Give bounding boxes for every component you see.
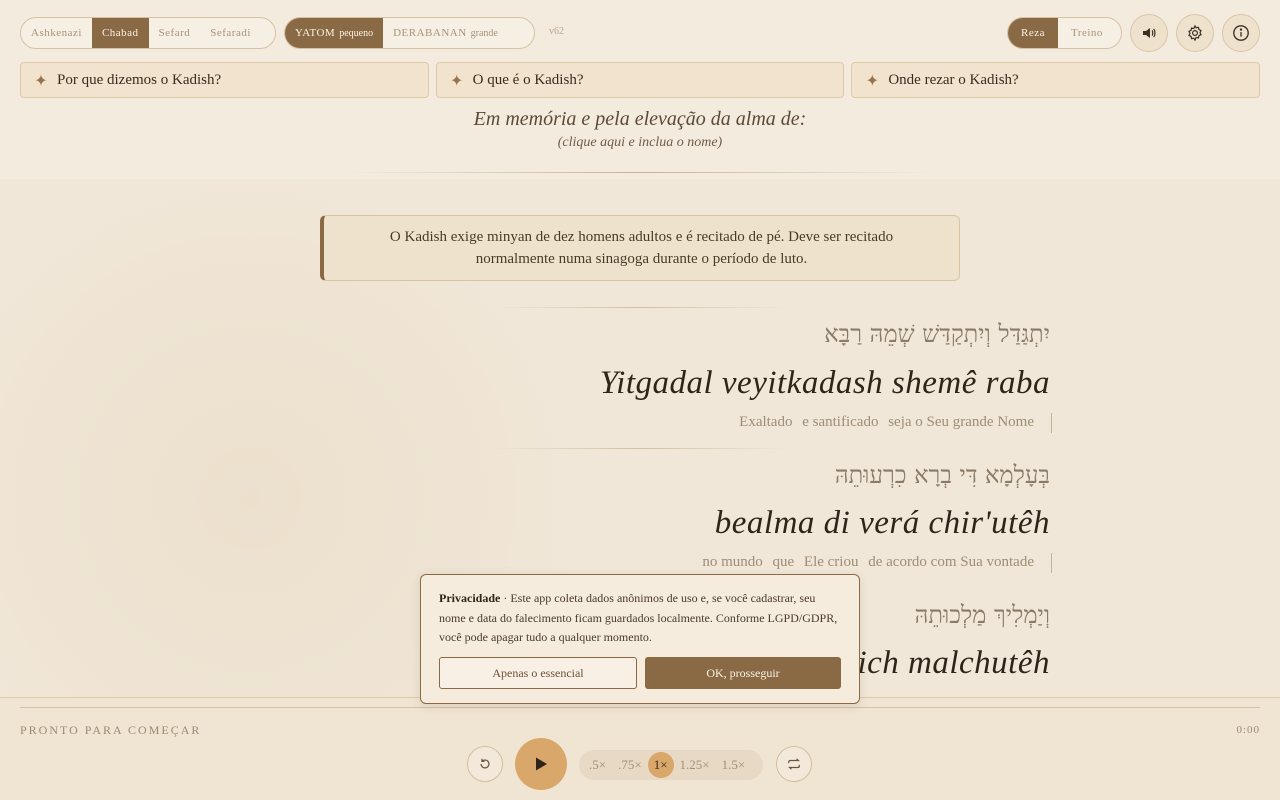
practice-option-treino[interactable]: Treino — [1058, 18, 1116, 48]
practice-mode-selector: Reza Treino — [1007, 17, 1122, 49]
player-time: 0:00 — [1236, 724, 1260, 736]
translation-word: Exaltado — [739, 414, 793, 430]
ok-continue-button[interactable]: OK, prosseguir — [645, 657, 841, 689]
verse-transliteration[interactable]: bealma di verá chir'utêh — [715, 505, 1050, 542]
translation-word: no mundo — [702, 554, 763, 570]
mode-size: pequeno — [339, 28, 374, 39]
faq-where-to-pray[interactable]: ✦ Onde rezar o Kadish? — [851, 62, 1261, 98]
speaker-icon — [1143, 28, 1156, 38]
verse-hebrew: יִתְגַּדַּל וְיִתְקַדַּשׁ שְׁמֵהּ רַבָּא — [824, 320, 1050, 348]
privacy-consent-dialog: Privacidade · Este app coleta dados anôn… — [420, 574, 860, 704]
gear-icon — [1188, 24, 1202, 42]
translation-marker — [1051, 553, 1052, 573]
translation-word: Ele criou — [803, 554, 859, 570]
rite-selector: Ashkenazi Chabad Sefard Sefaradi — [20, 17, 276, 49]
progress-bar[interactable] — [20, 707, 1260, 708]
verse-divider — [490, 448, 790, 449]
repeat-icon — [788, 758, 800, 770]
speed-option-1[interactable]: 1× — [647, 752, 674, 778]
mode-size: grande — [470, 28, 498, 39]
verse-hebrew: וְיַמְלִיךְ מַלְכוּתֵהּ — [914, 601, 1050, 629]
rite-option-sefaradi[interactable]: Sefaradi — [200, 18, 261, 48]
notice-text: O Kadish exige minyan de dez homens adul… — [389, 229, 894, 267]
mode-name: YATOM — [295, 27, 336, 39]
verse-translation: no mundo que Ele criou de acordo com Sua… — [696, 554, 1034, 571]
verse-divider — [490, 307, 790, 308]
verse-translation: Exaltado e santificado seja o Seu grande… — [733, 414, 1034, 431]
verse-transliteration[interactable]: Yitgadal veyitkadash shemê raba — [600, 365, 1050, 402]
settings-button[interactable] — [1176, 14, 1214, 52]
memorial-title: Em memória e pela elevação da alma de: — [473, 108, 807, 130]
memorial-dedication[interactable]: Em memória e pela elevação da alma de: (… — [0, 108, 1280, 151]
faq-what-is-kadish[interactable]: ✦ O que é o Kadish? — [435, 62, 845, 98]
translation-word: que — [772, 554, 795, 570]
consent-text: Privacidade · Este app coleta dados anôn… — [439, 589, 841, 648]
consent-buttons: Apenas o essencial OK, prosseguir — [439, 657, 841, 689]
mode-option-derabanan[interactable]: DERABANAN grande — [383, 18, 508, 48]
translation-word: seja o Seu grande Nome — [888, 414, 1034, 430]
faq-why-kadish[interactable]: ✦ Por que dizemos o Kadish? — [20, 62, 429, 98]
essential-only-button[interactable]: Apenas o essencial — [439, 657, 637, 689]
playback-speed-selector: .5× .75× 1× 1.25× 1.5× — [579, 750, 763, 780]
loop-button[interactable] — [776, 746, 812, 782]
info-button[interactable] — [1222, 14, 1260, 52]
restart-button[interactable] — [467, 746, 503, 782]
speed-option-0.5[interactable]: .5× — [583, 752, 612, 778]
sparkle-icon: ✦ — [865, 70, 880, 90]
sound-button[interactable] — [1130, 14, 1168, 52]
verse-hebrew: בְּעָלְמָא דִּי בְרָא כִרְעוּתֵהּ — [834, 461, 1050, 489]
faq-question: Onde rezar o Kadish? — [888, 71, 1019, 88]
translation-word: de acordo com Sua vontade — [868, 554, 1034, 570]
kadish-type-selector: YATOM pequeno DERABANAN grande — [284, 17, 535, 49]
faq-question: O que é o Kadish? — [472, 71, 584, 88]
rite-option-sefard[interactable]: Sefard — [149, 18, 201, 48]
speed-option-1.5[interactable]: 1.5× — [716, 752, 752, 778]
mode-option-yatom[interactable]: YATOM pequeno — [285, 18, 384, 48]
rite-option-ashkenazi[interactable]: Ashkenazi — [21, 18, 92, 48]
restart-icon — [480, 758, 490, 769]
speed-option-1.25[interactable]: 1.25× — [674, 752, 716, 778]
minyan-notice: O Kadish exige minyan de dez homens adul… — [320, 215, 960, 281]
consent-label: Privacidade — [439, 591, 501, 605]
memorial-divider — [340, 172, 940, 173]
memorial-name-hint[interactable]: (clique aqui e inclua o nome) — [0, 135, 1280, 151]
practice-option-reza[interactable]: Reza — [1008, 18, 1058, 48]
player-status: PRONTO PARA COMEÇAR — [20, 723, 202, 737]
info-icon — [1233, 25, 1249, 41]
play-button[interactable] — [515, 738, 567, 790]
audio-player: PRONTO PARA COMEÇAR 0:00 .5× .75× 1× 1.2… — [0, 697, 1280, 800]
mode-name: DERABANAN — [393, 27, 467, 39]
faq-row: ✦ Por que dizemos o Kadish? ✦ O que é o … — [20, 62, 1261, 98]
translation-marker — [1051, 413, 1052, 433]
translation-word: e santificado — [802, 414, 879, 430]
sparkle-icon: ✦ — [34, 70, 48, 90]
faq-question: Por que dizemos o Kadish? — [57, 71, 222, 88]
play-icon — [536, 757, 547, 771]
sparkle-icon: ✦ — [449, 70, 464, 90]
top-bar: Ashkenazi Chabad Sefard Sefaradi YATOM pe… — [20, 14, 1260, 52]
rite-option-chabad[interactable]: Chabad — [91, 18, 149, 48]
speed-option-0.75[interactable]: .75× — [612, 752, 648, 778]
version-label: v62 — [549, 26, 564, 37]
